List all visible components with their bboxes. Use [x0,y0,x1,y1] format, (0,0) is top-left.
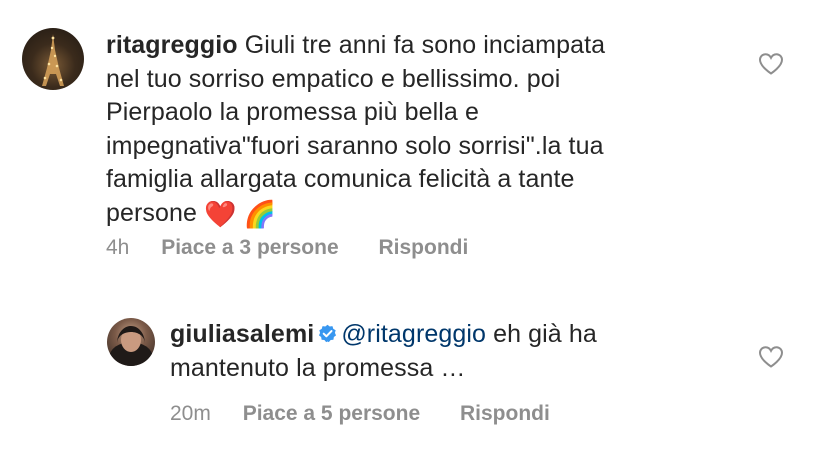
rainbow-emoji: 🌈 [243,198,277,229]
comment-text: ritagreggio Giuli tre anni fa sono incia… [106,29,706,231]
username-ritagreggio[interactable]: ritagreggio [106,31,238,59]
reply-line-2: mantenuto la promessa … [170,353,466,382]
comment-line-4: impegnativa"fuori saranno solo sorrisi".… [106,131,604,160]
eiffel-tower-icon [42,34,64,86]
comment-line-6: persone [106,198,205,227]
reply-button[interactable]: Rispondi [460,402,550,426]
avatar-giuliasalemi[interactable] [107,318,155,366]
comment-time: 4h [106,236,130,259]
reply-line-1: eh già ha [486,320,597,348]
red-heart-emoji: ❤️ [204,198,237,229]
reply-text: giuliasalemi @ritagreggio eh già ha mant… [170,318,730,385]
mention-link[interactable]: @ritagreggio [341,320,486,348]
heart-outline-icon[interactable] [758,345,784,369]
avatar-ritagreggio[interactable] [22,28,84,90]
reply-meta: 20m Piace a 5 persone Rispondi [170,402,550,426]
verified-badge-icon [319,324,337,343]
likes-count-button[interactable]: Piace a 3 persone [161,236,338,260]
comment-meta: 4h Piace a 3 persone Rispondi [106,236,468,260]
likes-count-button[interactable]: Piace a 5 persone [243,402,420,426]
comment-line-2: nel tuo sorriso empatico e bellissimo. p… [106,64,561,93]
comment-line-3: Pierpaolo la promessa più bella e [106,98,479,126]
reply-button[interactable]: Rispondi [378,236,468,260]
profile-photo-icon [109,326,153,366]
heart-outline-icon[interactable] [758,52,784,76]
username-giuliasalemi[interactable]: giuliasalemi [170,320,314,348]
comment-line-5: famiglia allargata comunica felicità a t… [106,165,575,193]
reply-time: 20m [170,402,211,425]
comment-line-1: Giuli tre anni fa sono inciampata [237,31,606,59]
